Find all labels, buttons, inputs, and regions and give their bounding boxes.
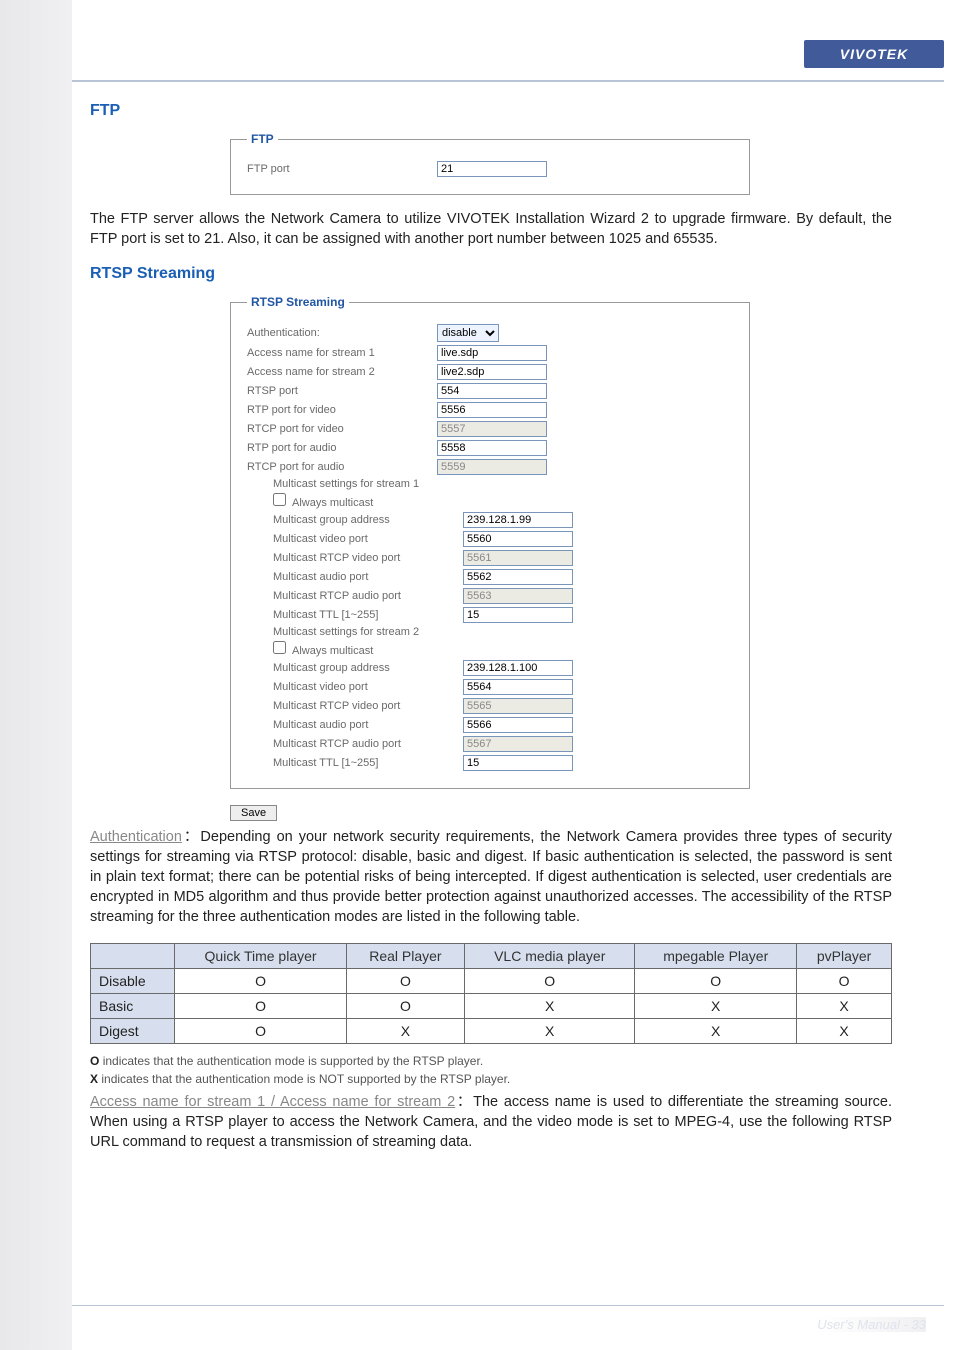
mc1-rtcpv-label: Multicast RTCP video port [247,552,463,564]
mc1-heading: Multicast settings for stream 1 [273,478,733,490]
mc2-always-label: Always multicast [247,641,463,657]
rtp-video-label: RTP port for video [247,404,437,416]
col-quicktime: Quick Time player [175,944,346,969]
mc1-aport-input[interactable] [463,569,573,585]
mc1-group-label: Multicast group address [247,514,463,526]
mc2-group-input[interactable] [463,660,573,676]
table-cell: O [635,969,797,994]
access1-label: Access name for stream 1 [247,347,437,359]
mc1-aport-label: Multicast audio port [247,571,463,583]
row-disable: Disable [91,969,175,994]
ftp-heading: FTP [90,102,892,120]
auth-label: Authentication: [247,327,437,339]
access2-label: Access name for stream 2 [247,366,437,378]
rtsp-legend: RTSP Streaming [247,295,349,309]
mc2-heading: Multicast settings for stream 2 [273,626,733,638]
mc1-vport-label: Multicast video port [247,533,463,545]
row-basic: Basic [91,994,175,1019]
table-cell: X [635,994,797,1019]
table-cell: O [346,994,465,1019]
table-cell: O [175,969,346,994]
mc2-vport-label: Multicast video port [247,681,463,693]
mc2-rtcpa-label: Multicast RTCP audio port [247,738,463,750]
ftp-legend: FTP [247,132,278,146]
auth-paragraph: Authentication：Depending on your network… [90,827,892,927]
save-button[interactable]: Save [230,805,277,821]
brand-header: VIVOTEK [804,40,944,68]
row-digest: Digest [91,1019,175,1044]
table-cell: O [346,969,465,994]
rtsp-port-label: RTSP port [247,385,437,397]
rtsp-heading: RTSP Streaming [90,265,892,283]
mc2-rtcpv-label: Multicast RTCP video port [247,700,463,712]
col-realplayer: Real Player [346,944,465,969]
mc2-ttl-label: Multicast TTL [1~255] [247,757,463,769]
rtcp-video-label: RTCP port for video [247,423,437,435]
mc2-vport-input[interactable] [463,679,573,695]
mc1-ttl-input[interactable] [463,607,573,623]
mc2-aport-input[interactable] [463,717,573,733]
note-x: X indicates that the authentication mode… [90,1072,892,1086]
rtp-audio-input[interactable] [437,440,547,456]
mc2-rtcpa-input [463,736,573,752]
page-footer: User's Manual - 33 [817,1317,926,1332]
access-paragraph: Access name for stream 1 / Access name f… [90,1092,892,1152]
table-cell: O [465,969,635,994]
mc1-rtcpa-input [463,588,573,604]
rtsp-port-input[interactable] [437,383,547,399]
ftp-paragraph: The FTP server allows the Network Camera… [90,209,892,249]
col-pvplayer: pvPlayer [797,944,892,969]
table-cell: O [175,1019,346,1044]
rtp-video-input[interactable] [437,402,547,418]
mc2-ttl-input[interactable] [463,755,573,771]
ftp-fieldset: FTP FTP port [230,132,750,195]
access2-input[interactable] [437,364,547,380]
rtsp-fieldset: RTSP Streaming Authentication: disable A… [230,295,750,789]
mc2-always-checkbox[interactable] [273,641,286,654]
table-cell: X [465,994,635,1019]
table-cell: X [635,1019,797,1044]
ftp-port-label: FTP port [247,163,437,175]
rtcp-audio-input [437,459,547,475]
note-o: O indicates that the authentication mode… [90,1054,892,1068]
rtcp-audio-label: RTCP port for audio [247,461,437,473]
mc1-rtcpv-input [463,550,573,566]
mc1-group-input[interactable] [463,512,573,528]
mc1-always-label: Always multicast [247,493,463,509]
table-cell: O [175,994,346,1019]
col-vlc: VLC media player [465,944,635,969]
mc1-rtcpa-label: Multicast RTCP audio port [247,590,463,602]
table-cell: X [797,1019,892,1044]
compat-table: Quick Time player Real Player VLC media … [90,943,892,1044]
mc1-ttl-label: Multicast TTL [1~255] [247,609,463,621]
mc1-always-checkbox[interactable] [273,493,286,506]
mc2-aport-label: Multicast audio port [247,719,463,731]
access1-input[interactable] [437,345,547,361]
table-cell: X [465,1019,635,1044]
auth-select[interactable]: disable [437,324,499,342]
table-cell: O [797,969,892,994]
mc2-rtcpv-input [463,698,573,714]
mc2-group-label: Multicast group address [247,662,463,674]
rtcp-video-input [437,421,547,437]
table-cell: X [346,1019,465,1044]
table-cell: X [797,994,892,1019]
mc1-vport-input[interactable] [463,531,573,547]
ftp-port-input[interactable] [437,161,547,177]
rtp-audio-label: RTP port for audio [247,442,437,454]
col-mpegable: mpegable Player [635,944,797,969]
